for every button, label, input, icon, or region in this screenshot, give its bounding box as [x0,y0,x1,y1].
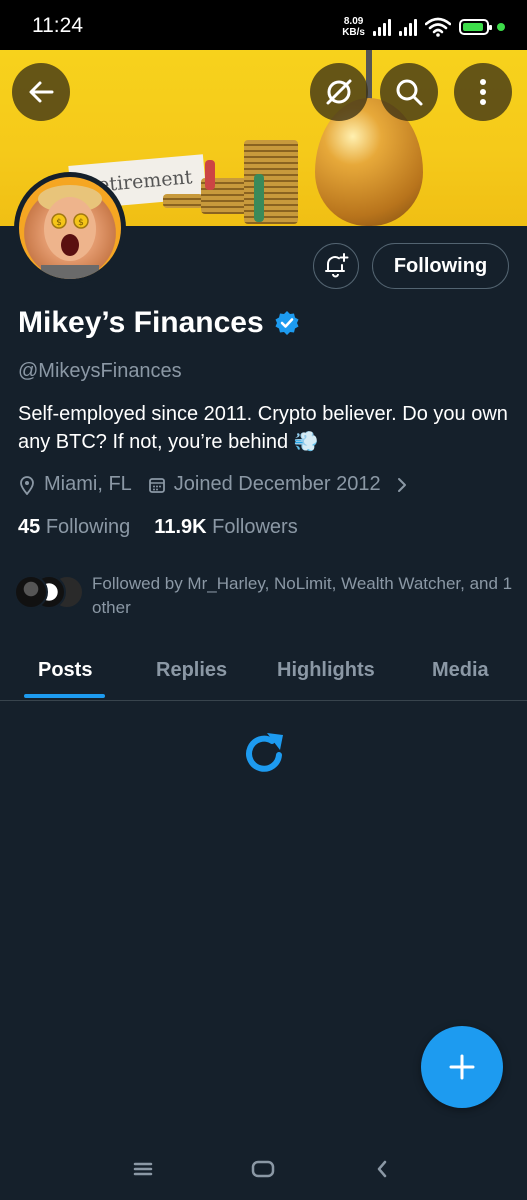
svg-text:$: $ [56,218,62,228]
bell-plus-icon [325,253,349,278]
arrow-left-icon [29,81,54,103]
location: Miami, FL [44,473,132,495]
chevron-left-icon [377,1160,387,1178]
bio: Self-employed since 2011. Crypto believe… [18,403,508,453]
following-stat[interactable]: 45 Following [18,516,130,539]
profile-meta: Miami, FL Joined December 2012 [18,473,409,496]
slashed-circle-icon [326,79,352,105]
figurine [205,160,215,190]
refresh-icon [246,733,283,772]
svg-text:$: $ [78,218,84,228]
figurine [254,174,264,222]
home-button[interactable] [243,1152,283,1186]
following-button[interactable]: Following [372,243,509,289]
status-icons: 8.09 KB/s [342,12,505,42]
avatar-image: $ $ [19,177,121,279]
search-button[interactable] [380,63,438,121]
follow-stats: 45 Following 11.9K Followers [18,516,298,539]
more-vertical-icon [480,79,486,105]
compose-button[interactable] [421,1026,503,1108]
active-tab-indicator [24,694,105,698]
verified-badge-icon[interactable] [274,310,300,336]
display-name: Mikey’s Finances [18,306,264,339]
plus-icon [449,1054,475,1080]
followed-by-text: Followed by Mr_Harley, NoLimit, Wealth W… [92,574,513,617]
status-time: 11:24 [32,14,83,37]
location-pin-icon [20,475,34,495]
coin-stack [244,140,298,224]
tab-highlights[interactable]: Highlights [277,640,375,700]
recents-button[interactable] [123,1152,163,1186]
coin-stack [163,194,203,208]
battery-icon [459,19,492,35]
joined-date: Joined December 2012 [173,473,381,495]
more-options-button[interactable] [454,63,512,121]
back-button[interactable] [12,63,70,121]
privacy-indicator-dot [497,23,505,31]
chevron-right-icon[interactable] [395,476,409,494]
followed-by-avatars [14,572,84,610]
signal-icon [373,18,391,36]
system-nav-bar [0,1140,527,1200]
avatar-face: $ $ [38,185,102,279]
profile-tabs: Posts Replies Highlights Media [0,640,527,701]
followers-stat[interactable]: 11.9K Followers [154,516,297,539]
search-icon [396,79,423,106]
tab-media[interactable]: Media [432,640,489,700]
menu-lines-icon [133,1162,153,1176]
wifi-icon [425,17,451,37]
status-bar: 11:24 8.09 KB/s [0,0,527,50]
grok-button[interactable] [310,63,368,121]
avatar [14,575,48,609]
system-back-button[interactable] [362,1152,402,1186]
followed-by[interactable]: Followed by Mr_Harley, NoLimit, Wealth W… [14,572,514,620]
signal-icon [399,18,417,36]
tab-posts[interactable]: Posts [38,640,92,700]
avatar[interactable]: $ $ [14,172,126,284]
calendar-icon [148,477,165,493]
notifications-bell-button[interactable] [313,243,359,289]
net-speed: 8.09 KB/s [342,16,365,38]
display-name-row: Mikey’s Finances [18,306,300,340]
tab-replies[interactable]: Replies [156,640,227,700]
rounded-square-icon [251,1160,275,1178]
handle: @MikeysFinances [18,360,182,382]
